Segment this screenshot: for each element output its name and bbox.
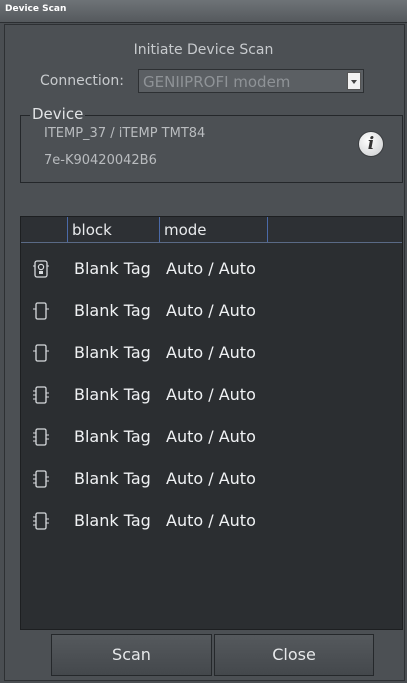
mode-cell: Auto / Auto — [166, 385, 256, 404]
list-header: block mode — [21, 217, 402, 243]
block-list[interactable]: block mode Blank Tag Auto / Auto Blank Tag… — [20, 216, 403, 630]
scan-button[interactable]: Scan — [51, 634, 212, 676]
block-cell: Blank Tag — [74, 511, 151, 530]
device-name: ITEMP_37 / iTEMP TMT84 — [44, 126, 206, 141]
transmitter-device-icon — [33, 260, 49, 278]
function-block-icon — [33, 302, 49, 320]
mode-cell: Auto / Auto — [166, 259, 256, 278]
list-item[interactable]: Blank Tag Auto / Auto — [21, 502, 402, 540]
info-icon[interactable]: i — [358, 131, 384, 157]
column-header-block[interactable]: block — [68, 217, 160, 242]
block-cell: Blank Tag — [74, 343, 151, 362]
function-block-multi-io-icon — [33, 470, 49, 488]
list-item[interactable]: Blank Tag Auto / Auto — [21, 334, 402, 372]
device-legend: Device — [30, 105, 86, 123]
mode-cell: Auto / Auto — [166, 301, 256, 320]
connection-select[interactable]: GENIIPROFI modem — [138, 69, 364, 93]
column-header-block-label: block — [72, 221, 112, 239]
connection-label: Connection: — [40, 73, 124, 89]
function-block-multi-io-icon — [33, 386, 49, 404]
function-block-multi-io-icon — [33, 512, 49, 530]
column-header-icon[interactable] — [21, 217, 68, 242]
mode-cell: Auto / Auto — [166, 511, 256, 530]
block-cell: Blank Tag — [74, 259, 151, 278]
mode-cell: Auto / Auto — [166, 469, 256, 488]
connection-value: GENIIPROFI modem — [143, 73, 291, 91]
function-block-icon — [33, 344, 49, 362]
list-item[interactable]: Blank Tag Auto / Auto — [21, 460, 402, 498]
close-button[interactable]: Close — [214, 634, 374, 676]
list-item[interactable]: Blank Tag Auto / Auto — [21, 292, 402, 330]
column-header-mode[interactable]: mode — [160, 217, 268, 242]
block-cell: Blank Tag — [74, 301, 151, 320]
mode-cell: Auto / Auto — [166, 343, 256, 362]
block-cell: Blank Tag — [74, 385, 151, 404]
device-id: 7e-K90420042B6 — [44, 153, 157, 168]
window-title: Device Scan — [5, 4, 67, 14]
column-header-mode-label: mode — [164, 221, 207, 239]
list-item[interactable]: Blank Tag Auto / Auto — [21, 418, 402, 456]
list-item[interactable]: Blank Tag Auto / Auto — [21, 250, 402, 288]
title-bar: Device Scan — [0, 0, 407, 23]
column-header-empty[interactable] — [268, 217, 402, 242]
block-cell: Blank Tag — [74, 427, 151, 446]
block-cell: Blank Tag — [74, 469, 151, 488]
mode-cell: Auto / Auto — [166, 427, 256, 446]
dialog-heading: Initiate Device Scan — [133, 42, 274, 58]
device-scan-window: Device Scan Initiate Device Scan Connect… — [0, 0, 407, 683]
chevron-down-icon[interactable] — [347, 72, 361, 90]
list-item[interactable]: Blank Tag Auto / Auto — [21, 376, 402, 414]
function-block-multi-io-icon — [33, 428, 49, 446]
